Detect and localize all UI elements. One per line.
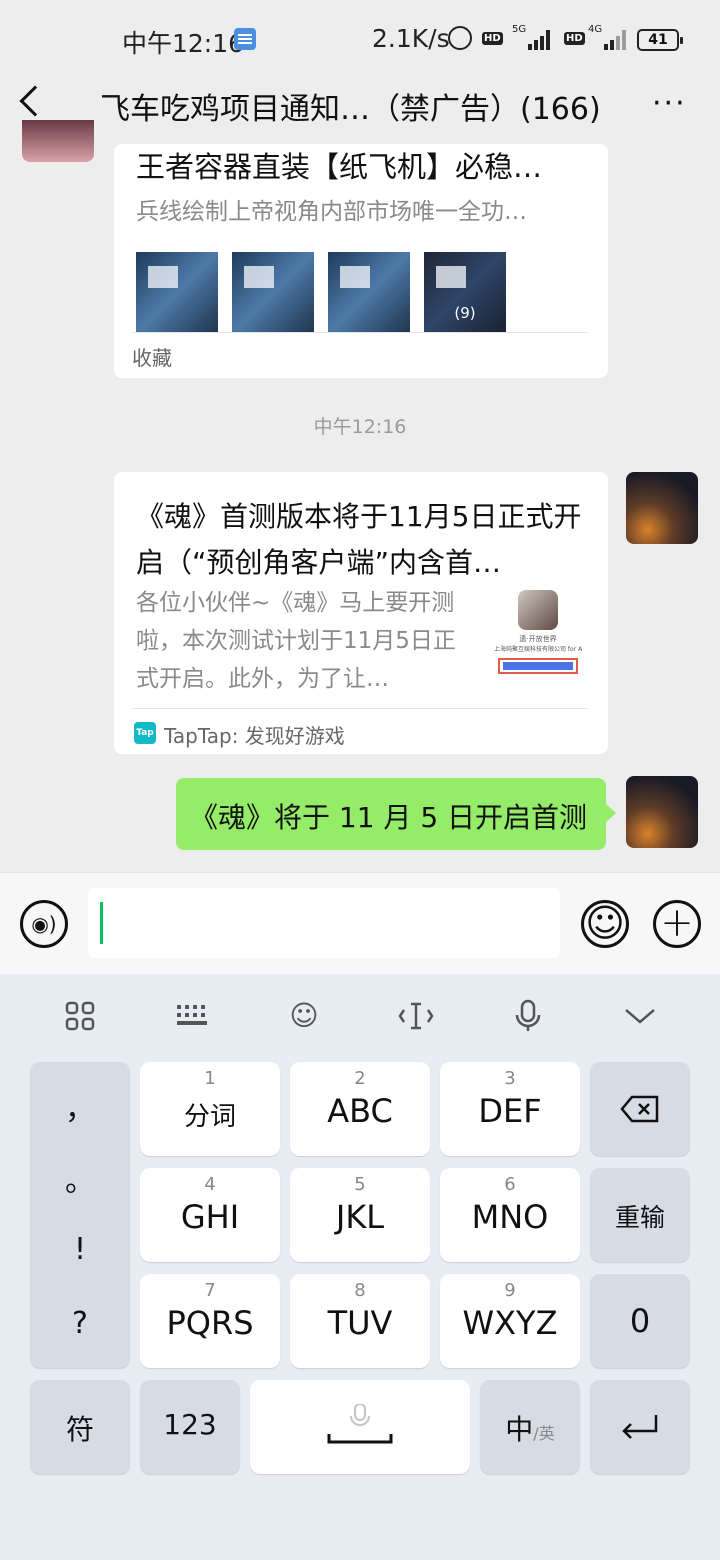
card-subtitle: 兵线绘制上帝视角内部市场唯一全功… (136, 199, 527, 225)
symbol-key[interactable]: 符 (30, 1380, 130, 1474)
key-0[interactable]: 0 (590, 1274, 690, 1368)
key-number: 5 (354, 1174, 366, 1195)
key-label: TUV (327, 1304, 393, 1342)
card-title: 《魂》首测版本将于11月5日正式开启（“预创角客户端”内含首… (136, 500, 582, 579)
punct-key[interactable]: ， (30, 1084, 130, 1128)
punct-key[interactable]: ! (30, 1232, 130, 1267)
key-number: 7 (204, 1280, 216, 1301)
key-7[interactable]: 7 PQRS (140, 1274, 280, 1368)
avatar[interactable] (626, 472, 698, 544)
numeric-key[interactable]: 123 (140, 1380, 240, 1474)
key-8[interactable]: 8 TUV (290, 1274, 430, 1368)
card-footer: 收藏 (132, 346, 172, 370)
mic-icon[interactable] (508, 996, 548, 1036)
backspace-button[interactable] (590, 1062, 690, 1156)
thumbnail-image (232, 252, 314, 332)
key-label: 123 (163, 1408, 217, 1441)
key-5[interactable]: 5 JKL (290, 1168, 430, 1262)
thumbnail-caption: 上海纯聚互娱科技有限公司 for A (494, 646, 582, 653)
signal-icon (604, 30, 630, 50)
key-number: 9 (504, 1280, 516, 1301)
alarm-icon (448, 26, 472, 50)
punct-key[interactable]: 。 (30, 1156, 130, 1200)
chevron-down-icon[interactable] (620, 996, 660, 1036)
language-switch-key[interactable]: 中/英 (480, 1380, 580, 1474)
key-number: 3 (504, 1068, 516, 1089)
hd-badge: HD (564, 32, 585, 45)
key-label: MNO (471, 1198, 549, 1236)
message-timestamp: 中午12:16 (313, 416, 407, 438)
plus-icon[interactable]: + (653, 900, 701, 948)
key-label: 0 (629, 1302, 651, 1340)
space-mic-icon (327, 1403, 393, 1444)
key-label: JKL (335, 1198, 385, 1236)
key-label: 符 (65, 1413, 94, 1446)
divider (132, 708, 588, 709)
punct-key[interactable]: ? (30, 1306, 130, 1341)
chat-title: 飞车吃鸡项目通知…（禁广告）(166) (100, 92, 601, 127)
backspace-icon (620, 1095, 659, 1123)
space-key[interactable] (250, 1380, 470, 1474)
text-caret (100, 902, 103, 944)
divider (132, 332, 588, 333)
key-label: 重输 (614, 1203, 665, 1232)
thumbnail-image: (9) (424, 252, 506, 332)
key-label: 分词 (183, 1102, 236, 1132)
thumbnail-image (328, 252, 410, 332)
sent-message-text: 《魂》将于 11 月 5 日开启首测 (190, 801, 588, 834)
network-type: 4G (588, 24, 603, 35)
avatar[interactable] (22, 120, 94, 162)
thumbnail-button (498, 658, 578, 674)
keyboard-icon[interactable] (172, 996, 212, 1036)
taptap-icon: Tap (134, 722, 156, 744)
key-label: ABC (327, 1092, 393, 1130)
enter-icon (622, 1415, 658, 1439)
key-1[interactable]: 1 分词 (140, 1062, 280, 1156)
key-2[interactable]: 2 ABC (290, 1062, 430, 1156)
message-input[interactable] (88, 888, 560, 958)
key-9[interactable]: 9 WXYZ (440, 1274, 580, 1368)
voice-icon[interactable]: ◉) (20, 900, 68, 948)
hd-badge: HD (482, 32, 503, 45)
punctuation-column[interactable]: ， 。 ! ? (30, 1062, 130, 1368)
key-number: 2 (354, 1068, 366, 1089)
cursor-icon[interactable] (396, 996, 436, 1036)
key-number: 4 (204, 1174, 216, 1195)
lang-sub: /英 (533, 1424, 555, 1443)
key-6[interactable]: 6 MNO (440, 1168, 580, 1262)
key-label: GHI (180, 1198, 240, 1236)
key-label: DEF (478, 1092, 542, 1130)
more-options-icon[interactable]: ··· (652, 89, 687, 119)
key-4[interactable]: 4 GHI (140, 1168, 280, 1262)
image-count: (9) (454, 304, 476, 322)
network-type: 5G (512, 24, 527, 35)
lang-main: 中 (505, 1413, 534, 1446)
key-label: WXYZ (462, 1304, 558, 1342)
card-description: 各位小伙伴~《魂》马上要开测啦，本次测试计划于11月5日正式开启。此外，为了让… (136, 590, 456, 692)
reinput-button[interactable]: 重输 (590, 1168, 690, 1262)
thumbnail-caption: 遗·开放世界 (519, 635, 557, 643)
signal-icon (528, 30, 554, 50)
network-speed: 2.1K/s (372, 24, 450, 53)
app-icon (518, 590, 558, 630)
key-3[interactable]: 3 DEF (440, 1062, 580, 1156)
key-number: 6 (504, 1174, 516, 1195)
card-source: TapTap: 发现好游戏 (164, 724, 345, 748)
keyboard-status-icon (234, 28, 256, 50)
enter-key[interactable] (590, 1380, 690, 1474)
language-label: 中/英 (480, 1408, 580, 1448)
avatar[interactable] (626, 776, 698, 848)
key-number: 8 (354, 1280, 366, 1301)
card-title: 王者容器直装【纸飞机】必稳… (136, 150, 543, 184)
emoji-icon[interactable]: ☺ (284, 996, 324, 1036)
card-thumbnail: 遗·开放世界 上海纯聚互娱科技有限公司 for A (494, 588, 582, 680)
status-time: 中午12:16 (122, 29, 245, 58)
key-label: PQRS (166, 1304, 254, 1342)
battery-icon: 41 (637, 29, 683, 51)
key-number: 1 (204, 1068, 216, 1089)
emoji-icon[interactable]: ☺ (581, 900, 629, 948)
apps-grid-icon[interactable] (60, 996, 100, 1036)
thumbnail-image (136, 252, 218, 332)
